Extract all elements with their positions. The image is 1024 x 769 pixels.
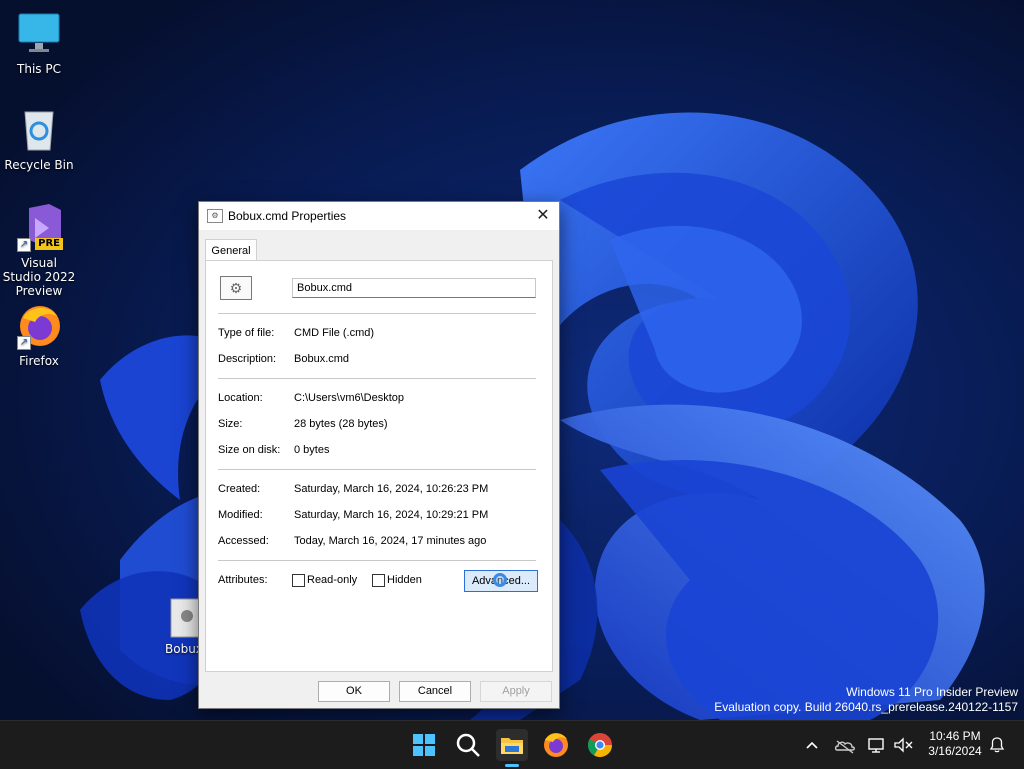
size-on-disk-value: 0 bytes: [294, 444, 330, 456]
firefox-icon[interactable]: [540, 729, 572, 761]
desktop-icon-bobux[interactable]: Bobux: [160, 598, 208, 656]
hidden-checkbox[interactable]: [372, 574, 385, 587]
desktop-icon-firefox[interactable]: ↗ Firefox: [1, 302, 77, 368]
dialog-title: Bobux.cmd Properties: [228, 209, 347, 223]
desktop-icon-visual-studio[interactable]: PRE ↗ Visual Studio 2022 Preview: [1, 204, 77, 298]
location-value: C:\Users\vm6\Desktop: [294, 392, 405, 404]
type-of-file-label: Type of file:: [218, 327, 275, 339]
notification-bell-icon[interactable]: [986, 729, 1008, 761]
monitor-icon: [15, 10, 63, 58]
firefox-icon: ↗: [15, 302, 63, 350]
description-value: Bobux.cmd: [294, 353, 350, 365]
accessed-label: Accessed:: [218, 535, 269, 547]
watermark-line-2: Evaluation copy. Build 26040.rs_prerelea…: [714, 700, 1018, 714]
close-button[interactable]: ✕: [527, 202, 559, 230]
visual-studio-icon: PRE ↗: [15, 204, 63, 252]
read-only-label[interactable]: Read-only: [307, 574, 357, 586]
search-icon[interactable]: [452, 729, 484, 761]
modified-value: Saturday, March 16, 2024, 10:29:21 PM: [294, 509, 489, 521]
gear-file-icon: ⚙: [220, 276, 252, 300]
type-of-file-value: CMD File (.cmd): [294, 327, 375, 339]
divider: [218, 313, 536, 314]
watermark-line-1: Windows 11 Pro Insider Preview: [846, 685, 1018, 699]
desktop-icon-label: Bobux: [165, 642, 203, 656]
general-tab-panel: ⚙ Type of file: CMD File (.cmd) Descript…: [205, 260, 553, 672]
divider: [218, 560, 536, 561]
desktop-icon-label: Recycle Bin: [4, 158, 74, 172]
desktop-icon-label: Visual Studio 2022 Preview: [2, 256, 76, 298]
recycle-bin-icon: [15, 106, 63, 154]
desktop-icon-label: This PC: [17, 62, 61, 76]
onedrive-offline-icon[interactable]: [832, 729, 858, 761]
created-value: Saturday, March 16, 2024, 10:26:23 PM: [294, 483, 489, 495]
dialog-titlebar[interactable]: ⚙ Bobux.cmd Properties ✕: [199, 202, 559, 230]
created-label: Created:: [218, 483, 261, 495]
desktop-icon-recycle-bin[interactable]: Recycle Bin: [1, 106, 77, 172]
preview-badge: PRE: [35, 238, 63, 250]
network-icon[interactable]: [864, 729, 890, 761]
evaluation-watermark: Windows 11 Pro Insider Preview Evaluatio…: [714, 685, 1018, 715]
cmd-file-icon: ⚙: [207, 209, 223, 223]
shortcut-arrow-icon: ↗: [17, 238, 31, 252]
clock-time: 10:46 PM: [929, 729, 981, 743]
clock-date: 3/16/2024: [928, 744, 982, 758]
tab-general[interactable]: General: [205, 239, 257, 262]
shortcut-arrow-icon: ↗: [17, 336, 31, 350]
description-label: Description:: [218, 353, 277, 365]
accessed-value: Today, March 16, 2024, 17 minutes ago: [294, 535, 487, 547]
properties-dialog: ⚙ Bobux.cmd Properties ✕ General ⚙ Type …: [198, 201, 560, 709]
cancel-button[interactable]: Cancel: [399, 681, 471, 702]
clock[interactable]: 10:46 PM 3/16/2024: [922, 729, 988, 759]
divider: [218, 378, 536, 379]
desktop-icon-label: Firefox: [19, 354, 59, 368]
chrome-icon[interactable]: [584, 729, 616, 761]
active-app-indicator: [505, 764, 519, 767]
file-explorer-icon[interactable]: [496, 729, 528, 767]
attributes-label: Attributes:: [218, 574, 268, 586]
modified-label: Modified:: [218, 509, 263, 521]
cursor-click-indicator: [493, 573, 507, 587]
size-value: 28 bytes (28 bytes): [294, 418, 388, 430]
taskbar: 10:46 PM 3/16/2024: [0, 720, 1024, 769]
apply-button[interactable]: Apply: [480, 681, 552, 702]
read-only-checkbox[interactable]: [292, 574, 305, 587]
hidden-label[interactable]: Hidden: [387, 574, 422, 586]
start-icon[interactable]: [408, 729, 440, 761]
divider: [218, 469, 536, 470]
size-on-disk-label: Size on disk:: [218, 444, 281, 456]
ok-button[interactable]: OK: [318, 681, 390, 702]
location-label: Location:: [218, 392, 263, 404]
size-label: Size:: [218, 418, 243, 430]
desktop-icon-this-pc[interactable]: This PC: [1, 10, 77, 76]
chevron-up-icon[interactable]: [800, 729, 824, 761]
volume-muted-icon[interactable]: [890, 729, 916, 761]
filename-input[interactable]: [292, 278, 536, 298]
